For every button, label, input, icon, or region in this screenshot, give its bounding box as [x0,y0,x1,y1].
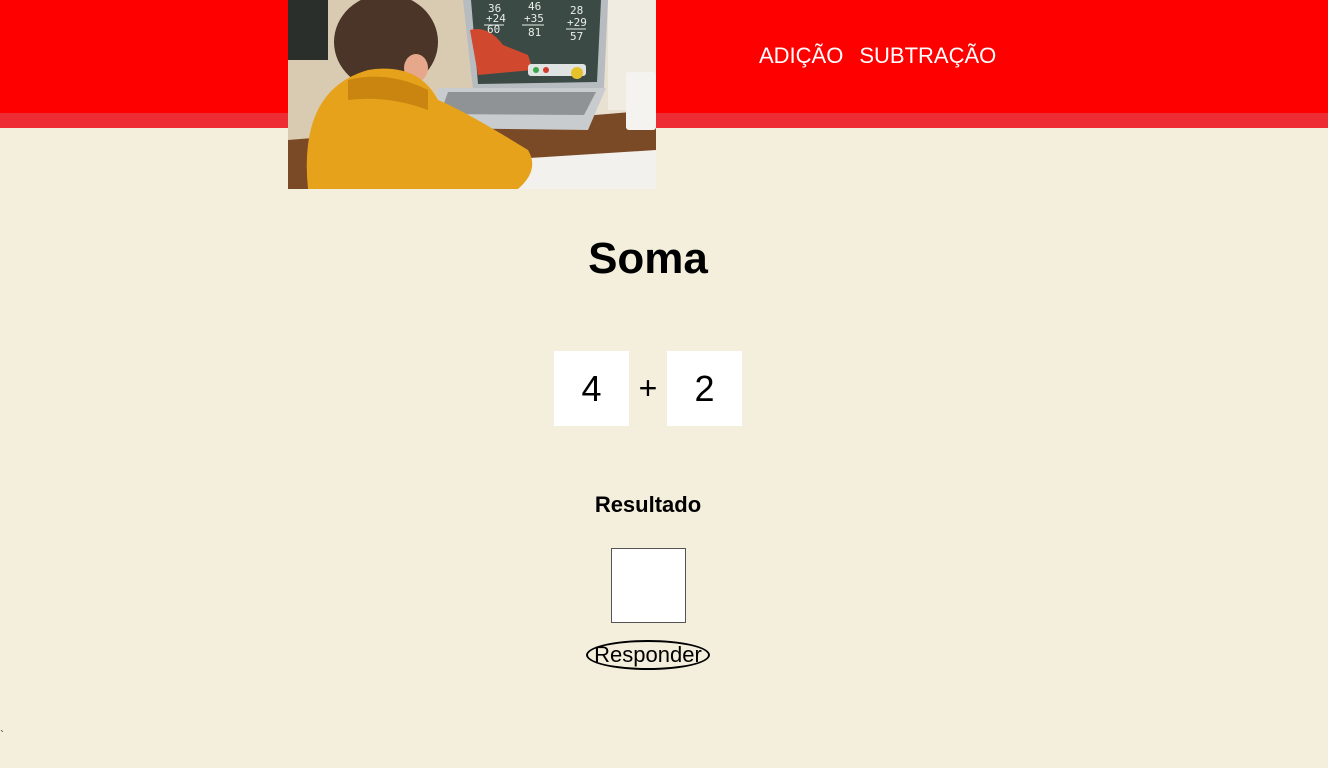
svg-text:+35: +35 [524,12,544,25]
result-label: Resultado [594,492,702,517]
answer-input[interactable] [611,548,686,623]
header-stripe [0,113,1328,128]
nav-link-adicao[interactable]: ADIÇÃO [759,42,843,70]
svg-text:57: 57 [570,30,583,43]
svg-text:81: 81 [528,26,541,39]
hero-image: 36 +24 60 46 +35 81 28 +29 57 [288,0,656,189]
top-nav: ADIÇÃO SUBTRAÇÃO [759,42,996,70]
header-bar [0,0,1328,113]
nav-link-subtracao[interactable]: SUBTRAÇÃO [859,42,996,70]
respond-button[interactable]: Responder [586,640,710,670]
svg-text:+29: +29 [567,16,587,29]
operand-a-box: 4 [554,351,629,426]
operand-b-box: 2 [667,351,742,426]
operator-sign: + [638,370,658,406]
page-title: Soma [588,234,708,283]
corner-mark: ` [0,728,4,742]
svg-text:60: 60 [487,23,500,36]
